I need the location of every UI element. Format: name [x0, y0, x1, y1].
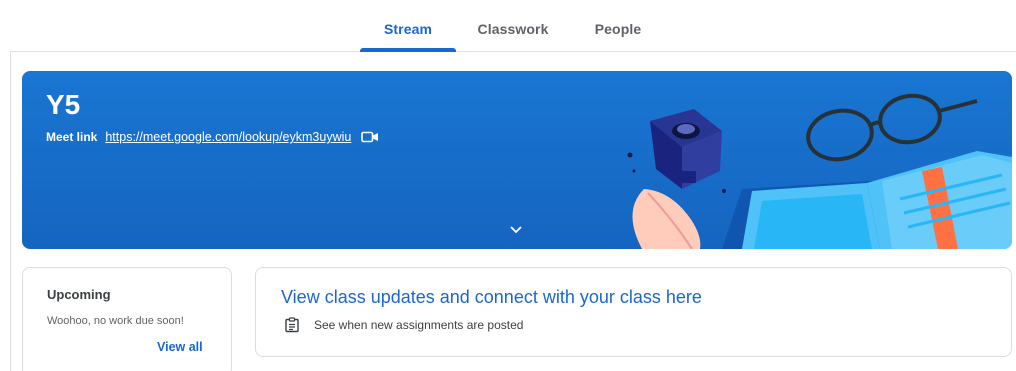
active-tab-indicator — [360, 48, 456, 52]
class-title: Y5 — [46, 89, 81, 120]
upcoming-title: Upcoming — [47, 287, 111, 302]
updates-hint-text: See when new assignments are posted — [314, 318, 524, 332]
meet-link-row: Meet link https://meet.google.com/lookup… — [46, 130, 379, 144]
tab-stream[interactable]: Stream — [360, 6, 456, 52]
view-all-link[interactable]: View all — [157, 340, 203, 354]
assignment-icon — [285, 317, 299, 333]
meet-link-label: Meet link — [46, 130, 98, 144]
banner-illustration — [627, 93, 1012, 249]
meet-link-url[interactable]: https://meet.google.com/lookup/eykm3uywi… — [105, 130, 351, 144]
tab-classwork[interactable]: Classwork — [468, 6, 558, 52]
video-camera-icon[interactable] — [361, 131, 379, 143]
upcoming-card: Upcoming Woohoo, no work due soon! View … — [22, 267, 232, 371]
class-banner: Y5 Meet link https://meet.google.com/loo… — [22, 71, 1012, 249]
updates-title: View class updates and connect with your… — [281, 287, 702, 307]
tab-people[interactable]: People — [582, 6, 654, 52]
class-updates-card[interactable]: View class updates and connect with your… — [255, 267, 1012, 357]
updates-hint-row: See when new assignments are posted — [284, 317, 523, 333]
chevron-down-icon[interactable] — [508, 221, 524, 237]
top-nav: Stream Classwork People — [10, 6, 1016, 52]
upcoming-empty-text: Woohoo, no work due soon! — [47, 315, 184, 327]
